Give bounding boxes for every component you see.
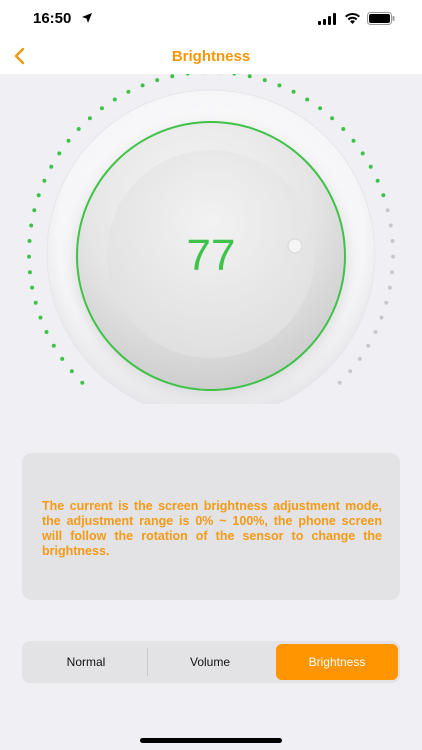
dial-level-dot [277,83,282,88]
dial-level-dot [262,78,267,83]
dial-level-dot [318,106,323,111]
dial-level-dot [27,239,32,243]
dial-level-dot [387,285,392,290]
dial-level-dot [60,356,65,361]
status-time: 16:50 [33,10,72,27]
dial-level-dot [391,254,395,259]
dial-level-dot [29,223,34,228]
dial-level-dot [357,356,362,361]
dial-level-dot [126,89,131,94]
dial-level-dot [36,193,41,198]
dial-level-dot [80,380,85,385]
dial-level-dot [384,300,389,305]
dial-level-dot [375,178,380,183]
dial-level-dot [185,74,190,76]
dial-level-dot [33,300,38,305]
dial-level-dot [99,106,104,111]
dial-level-dot [368,164,373,169]
dial-level-dot [330,116,335,121]
dial-level-dot [66,138,71,143]
dial-level-dot [385,208,390,213]
dial-level-dot [351,138,356,143]
dial-level-dot [341,127,346,131]
home-indicator [140,738,282,743]
dial-level-dot [27,254,31,259]
dial-level-dot [49,164,54,169]
dial-level-dot [381,193,386,198]
dial-level-dot [390,239,395,243]
dial-level-dot [170,74,175,79]
battery-icon [367,12,395,25]
mode-brightness-button[interactable]: Brightness [276,644,398,680]
dial-level-dot [38,315,43,320]
dial-level-dot [112,97,117,102]
dial-level-dot [232,74,237,76]
dial-level-dot [27,270,32,275]
dial-value: 77 [186,231,236,280]
dial-level-dot [388,223,393,228]
dial-level-dot [379,315,384,320]
dial-level-dot [348,369,353,374]
dial-level-dot [360,151,365,156]
dial-level-dot [337,380,342,385]
dial-level-dot [42,178,47,183]
dial-level-dot [291,89,296,94]
mode-normal-button[interactable]: Normal [24,644,148,680]
info-panel: The current is the screen brightness adj… [22,453,400,600]
location-arrow-icon [82,13,92,23]
dial-level-dot [30,285,35,290]
dial-level-dot [87,116,92,121]
dial-level-dot [140,83,145,88]
dial-level-dot [32,208,37,213]
dial-level-dot [366,343,371,348]
dial-level-dot [76,127,81,131]
info-text: The current is the screen brightness adj… [42,499,382,558]
mode-volume-button[interactable]: Volume [148,644,272,680]
dial-level-dot [69,369,74,374]
dial-level-dot [57,151,62,156]
nav-bar: Brightness [0,38,422,74]
dial-level-dot [390,270,395,275]
status-bar: 16:50 [0,0,422,38]
dial-level-dot [44,330,49,334]
mode-segmented-control: Normal Volume Brightness [22,641,400,683]
dial-level-dot [247,74,252,79]
dial-level-dot [305,97,310,102]
page-title: Brightness [171,48,251,65]
dial-level-dot [373,330,378,334]
cellular-signal-icon [318,13,336,25]
dial-level-dot [155,78,160,83]
wifi-icon [345,12,360,24]
dial-level-dot [51,343,56,348]
